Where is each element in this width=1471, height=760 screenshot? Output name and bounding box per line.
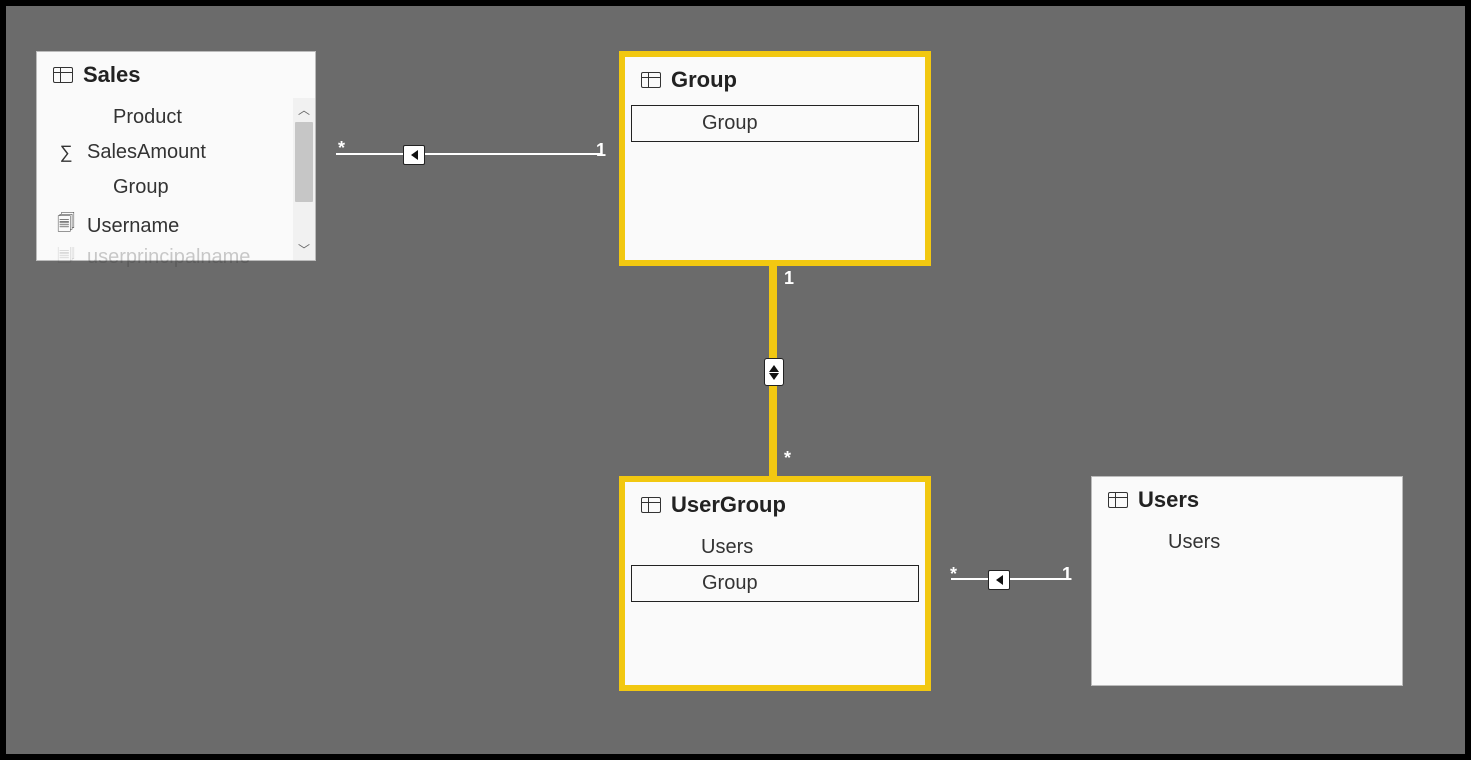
table-title: Group	[671, 67, 737, 93]
table-title: Users	[1138, 487, 1199, 513]
table-title: UserGroup	[671, 492, 786, 518]
table-header-group[interactable]: Group	[625, 57, 925, 101]
table-usergroup[interactable]: UserGroup Users Group	[619, 476, 931, 691]
table-icon	[641, 497, 661, 513]
table-icon	[641, 72, 661, 88]
filter-arrow-icon	[988, 570, 1010, 590]
cardinality-one: 1	[1062, 564, 1072, 585]
field-users[interactable]: Users	[1092, 525, 1402, 560]
filter-arrow-icon	[403, 145, 425, 165]
relationship-usergroup-users[interactable]	[951, 578, 1071, 580]
table-header-users[interactable]: Users	[1092, 477, 1402, 521]
calculator-icon: 🗐	[55, 211, 77, 241]
scroll-thumb[interactable]	[295, 122, 313, 202]
field-group[interactable]: Group	[631, 565, 919, 602]
table-users[interactable]: Users Users	[1091, 476, 1403, 686]
cardinality-one: 1	[596, 140, 606, 161]
field-group[interactable]: Group	[631, 105, 919, 142]
scroll-down-button[interactable]: ﹀	[293, 238, 315, 260]
cardinality-one: 1	[784, 268, 794, 289]
table-title: Sales	[83, 62, 141, 88]
table-fields-sales: Product ∑ SalesAmount Group 🗐 Username 🗐…	[37, 96, 315, 279]
bidirectional-filter-icon	[764, 358, 784, 386]
table-icon	[1108, 492, 1128, 508]
scrollbar[interactable]: ︿ ﹀	[293, 98, 315, 260]
cardinality-many: *	[784, 448, 791, 469]
table-header-usergroup[interactable]: UserGroup	[625, 482, 925, 526]
table-header-sales[interactable]: Sales	[37, 52, 315, 96]
table-icon	[53, 67, 73, 83]
cardinality-many: *	[338, 138, 345, 159]
relationship-sales-group[interactable]	[336, 153, 602, 155]
sigma-icon: ∑	[55, 142, 77, 163]
field-users[interactable]: Users	[625, 530, 925, 565]
cardinality-many: *	[950, 564, 957, 585]
field-product[interactable]: Product	[37, 100, 291, 135]
table-group[interactable]: Group Group	[619, 51, 931, 266]
field-username[interactable]: 🗐 Username	[37, 205, 291, 247]
field-group[interactable]: Group	[37, 170, 291, 205]
table-sales[interactable]: Sales Product ∑ SalesAmount Group 🗐 User…	[36, 51, 316, 261]
scroll-up-button[interactable]: ︿	[293, 98, 315, 120]
field-salesamount[interactable]: ∑ SalesAmount	[37, 135, 291, 170]
calculator-icon: 🗐	[55, 247, 77, 267]
field-upn[interactable]: 🗐 userprincipalname	[37, 247, 291, 267]
